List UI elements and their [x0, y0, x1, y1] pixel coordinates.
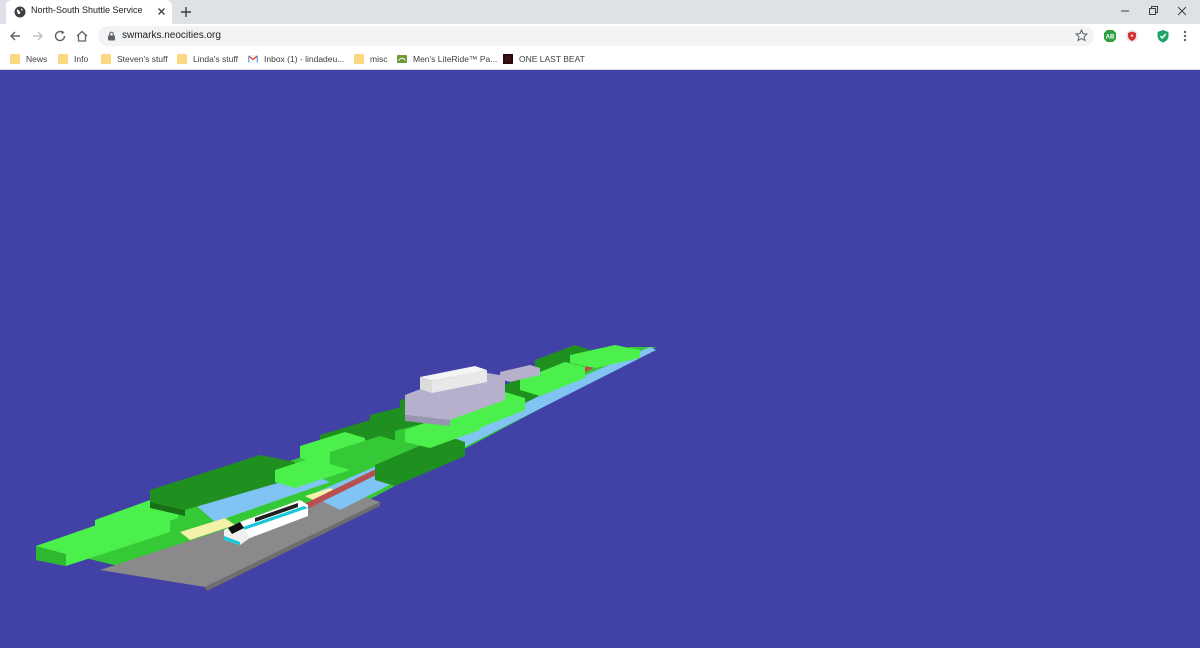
bookmark-one-last-beat[interactable]: ONE LAST BEAT [503, 52, 585, 66]
gmail-icon [248, 55, 258, 63]
tab-strip: North-South Shuttle Service [0, 0, 1200, 24]
crocs-icon [397, 55, 407, 63]
globe-icon [14, 6, 26, 18]
back-icon[interactable] [8, 29, 22, 43]
folder-icon [101, 54, 111, 64]
bookmarks-bar: News Info Steven's stuff Linda's stuff I… [0, 48, 1200, 70]
bookmark-misc[interactable]: misc [354, 52, 387, 66]
bookmark-gmail-inbox[interactable]: Inbox (1) - lindadeu... [248, 52, 344, 66]
bookmark-news[interactable]: News [10, 52, 47, 66]
close-tab-icon[interactable] [156, 6, 167, 17]
restore-icon[interactable] [1145, 4, 1161, 18]
url-text: swmarks.neocities.org [122, 30, 221, 41]
folder-icon [354, 54, 364, 64]
forward-icon[interactable] [31, 29, 45, 43]
browser-tab[interactable]: North-South Shuttle Service [6, 0, 172, 24]
album-art-icon [503, 54, 513, 64]
bookmark-info[interactable]: Info [58, 52, 88, 66]
vpn-check-icon[interactable] [1156, 29, 1170, 43]
browser-toolbar: swmarks.neocities.org AB [0, 24, 1200, 48]
menu-kebab-icon[interactable] [1178, 29, 1192, 43]
folder-icon [177, 54, 187, 64]
svg-text:AB: AB [1106, 35, 1115, 41]
adblock-icon[interactable]: AB [1103, 29, 1117, 43]
minimize-icon[interactable] [1117, 4, 1133, 18]
lock-icon [108, 31, 115, 41]
voxel-terrain-scene [36, 345, 656, 591]
new-tab-icon[interactable] [179, 5, 193, 19]
3d-scene-canvas[interactable] [0, 70, 1200, 648]
close-window-icon[interactable] [1174, 4, 1190, 18]
home-icon[interactable] [75, 29, 89, 43]
folder-icon [58, 54, 68, 64]
folder-icon [10, 54, 20, 64]
bookmark-stevens-stuff[interactable]: Steven's stuff [101, 52, 168, 66]
reload-icon[interactable] [53, 29, 67, 43]
bookmark-crocs[interactable]: Men's LiteRide™ Pa... [397, 52, 497, 66]
bookmark-lindas-stuff[interactable]: Linda's stuff [177, 52, 238, 66]
tab-title: North-South Shuttle Service [31, 5, 143, 15]
shield-extension-icon[interactable] [1125, 29, 1139, 43]
bookmark-star-icon[interactable] [1075, 29, 1088, 42]
address-bar[interactable]: swmarks.neocities.org [98, 26, 1094, 46]
